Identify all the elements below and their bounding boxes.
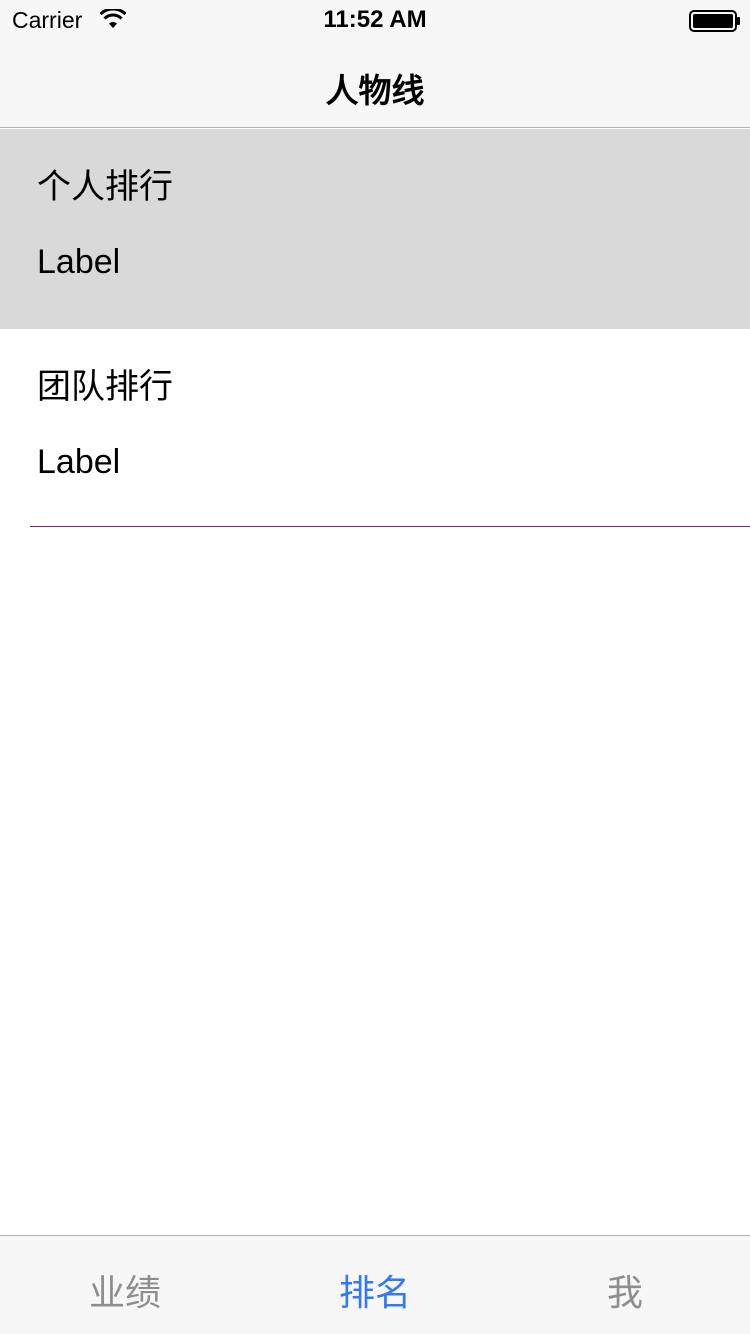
navigation-bar: 人物线 [0, 40, 750, 128]
tab-me[interactable]: 我 [500, 1236, 750, 1334]
battery-icon [689, 10, 740, 32]
row-separator [30, 526, 750, 527]
cell-title: 个人排行 [37, 167, 173, 207]
cell-title: 团队排行 [37, 367, 173, 407]
status-bar: Carrier 11:52 AM [0, 0, 750, 40]
table-row-team-ranking[interactable]: 团队排行 Label [0, 329, 750, 529]
cell-detail-label: Label [37, 243, 121, 281]
screen: Carrier 11:52 AM 人物线 个人排行 Label 团队排行 Lab… [0, 0, 750, 1334]
cell-detail-label: Label [37, 443, 121, 481]
status-time: 11:52 AM [323, 6, 427, 33]
table-row-personal-ranking[interactable]: 个人排行 Label [0, 129, 750, 329]
tab-ranking[interactable]: 排名 [250, 1236, 500, 1334]
tab-bar: 业绩 排名 我 [0, 1235, 750, 1334]
tab-performance[interactable]: 业绩 [0, 1236, 250, 1334]
page-title: 人物线 [325, 71, 425, 110]
